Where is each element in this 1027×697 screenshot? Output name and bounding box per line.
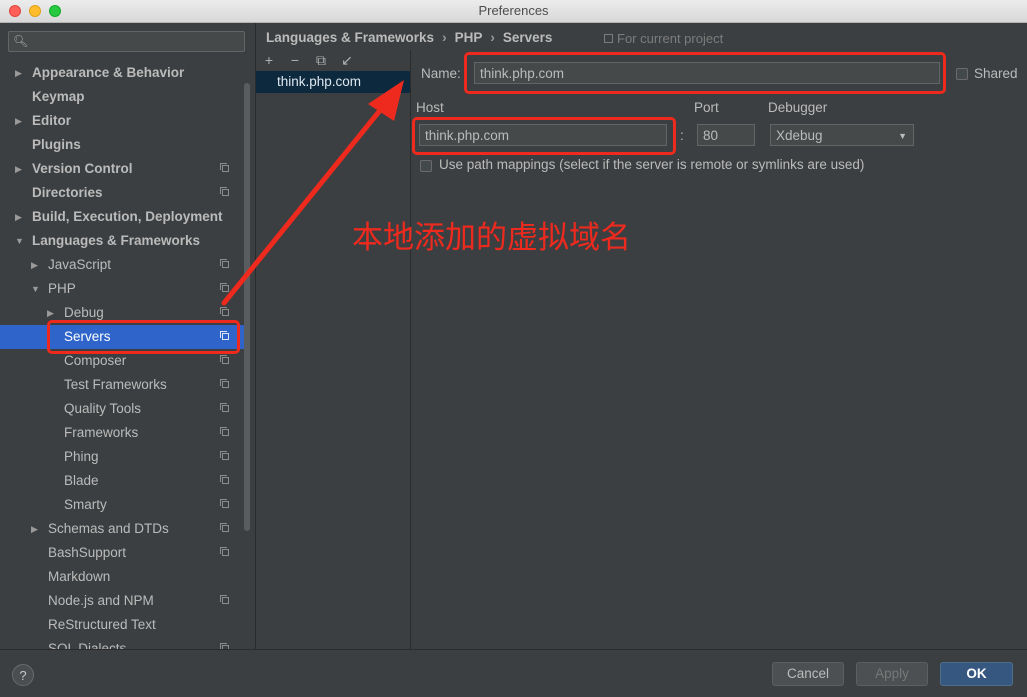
annotation-text: 本地添加的虚拟域名 [352, 220, 631, 256]
annotation-arrow [221, 80, 404, 306]
dialog-footer: ? Cancel Apply OK [0, 649, 1027, 697]
ok-button[interactable]: OK [940, 662, 1013, 686]
cancel-button[interactable]: Cancel [772, 662, 844, 686]
help-button[interactable]: ? [12, 664, 34, 686]
apply-button[interactable]: Apply [856, 662, 928, 686]
